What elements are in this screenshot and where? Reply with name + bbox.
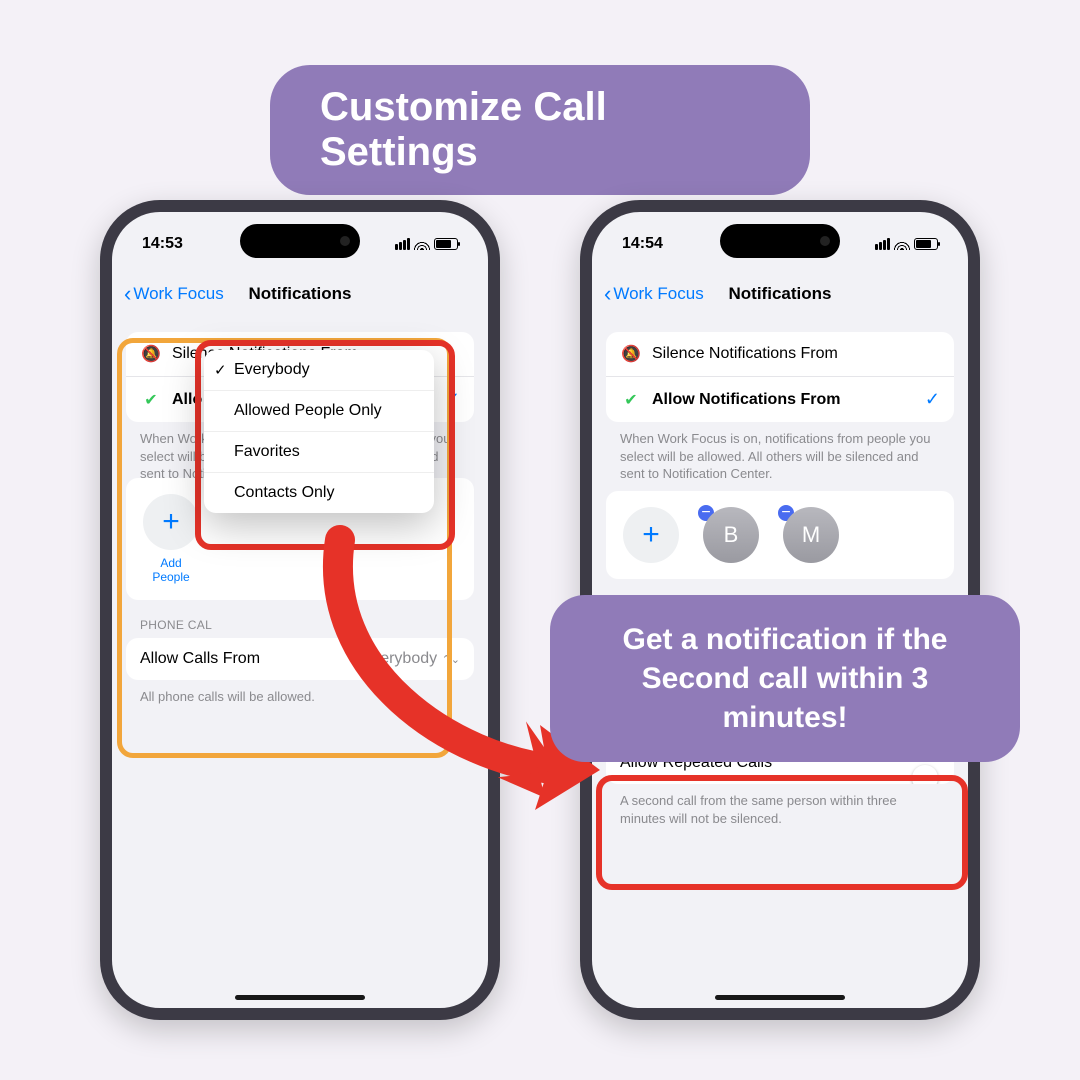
- person-m[interactable]: − M: [780, 507, 842, 563]
- nav-title: Notifications: [592, 284, 968, 304]
- notch: [720, 224, 840, 258]
- nav-bar: ‹ Work Focus Notifications: [112, 272, 488, 316]
- battery-icon: [914, 238, 938, 250]
- battery-icon: [434, 238, 458, 250]
- status-time: 14:54: [622, 235, 663, 253]
- cellular-icon: [395, 238, 410, 250]
- allow-helper: When Work Focus is on, notifications fro…: [606, 422, 954, 491]
- notification-mode-card: 🔕 Silence Notifications From ✔︎ Allow No…: [606, 332, 954, 422]
- highlight-red-toggle: [596, 775, 968, 890]
- popup-option-contacts[interactable]: Contacts Only: [204, 472, 434, 513]
- nav-bar: ‹ Work Focus Notifications: [592, 272, 968, 316]
- popup-option-favorites[interactable]: Favorites: [204, 431, 434, 472]
- people-card: + − B − M: [606, 491, 954, 579]
- wifi-icon: [894, 238, 910, 250]
- person-b[interactable]: − B: [700, 507, 762, 563]
- check-icon: ✓: [925, 389, 940, 410]
- bell-slash-icon: 🔕: [620, 344, 642, 364]
- calls-from-popup: Everybody Allowed People Only Favorites …: [204, 350, 434, 513]
- wifi-icon: [414, 238, 430, 250]
- nav-title: Notifications: [112, 284, 488, 304]
- silence-label: Silence Notifications From: [652, 345, 838, 363]
- status-time: 14:53: [142, 235, 183, 253]
- allow-label: Allow Notifications From: [652, 391, 840, 409]
- home-indicator: [715, 995, 845, 1000]
- home-indicator: [235, 995, 365, 1000]
- avatar: M: [783, 507, 839, 563]
- callout-bubble: Get a notification if the Second call wi…: [550, 595, 1020, 762]
- silence-row[interactable]: 🔕 Silence Notifications From: [606, 332, 954, 376]
- avatar: B: [703, 507, 759, 563]
- allow-row[interactable]: ✔︎ Allow Notifications From ✓: [606, 376, 954, 422]
- page-title: Customize Call Settings: [270, 65, 810, 195]
- notch: [240, 224, 360, 258]
- popup-option-everybody[interactable]: Everybody: [204, 350, 434, 390]
- cellular-icon: [875, 238, 890, 250]
- popup-option-allowed[interactable]: Allowed People Only: [204, 390, 434, 431]
- shield-check-icon: ✔︎: [620, 390, 642, 410]
